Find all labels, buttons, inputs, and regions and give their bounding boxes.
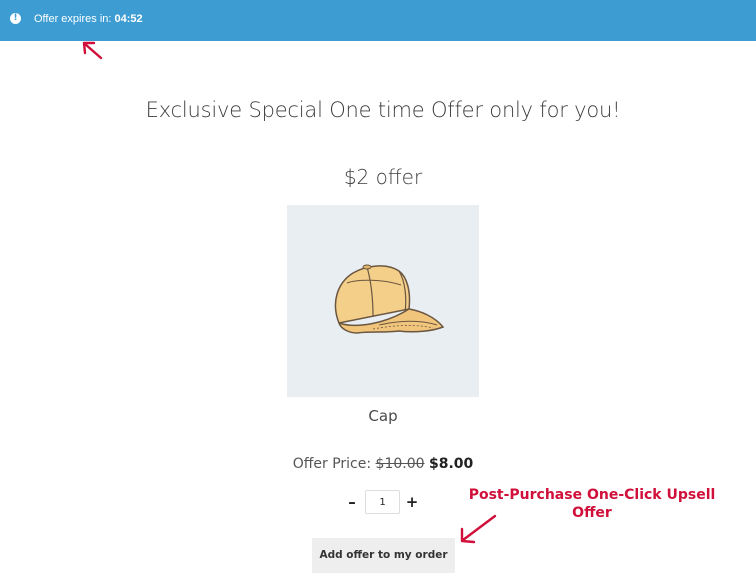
expiry-label: Offer expires in: (34, 13, 112, 25)
annotation-arrow-down-icon (460, 514, 497, 544)
offer-price: Offer Price: $10.00 $8.00 (0, 456, 756, 472)
offer-expiry-bar: ! Offer expires in: 04:52 (0, 0, 756, 41)
quantity-increase-button[interactable]: + (405, 493, 419, 511)
offer-expiry-text: Offer expires in: 04:52 (34, 13, 143, 26)
page-headline: Exclusive Special One time Offer only fo… (145, 98, 621, 122)
old-price: $10.00 (375, 456, 425, 472)
product-image (287, 205, 479, 397)
new-price: $8.00 (428, 456, 474, 472)
quantity-input[interactable] (365, 490, 400, 514)
cap-illustration-icon (334, 264, 445, 334)
add-offer-button[interactable]: Add offer to my order (312, 538, 455, 573)
countdown-timer: 04:52 (114, 13, 143, 25)
product-name: Cap (368, 407, 398, 425)
offer-title: $2 offer (343, 165, 423, 189)
quantity-decrease-button[interactable]: – (345, 493, 359, 511)
annotation-arrow-up-icon (82, 41, 103, 60)
price-label: Offer Price: (292, 456, 372, 472)
info-icon: ! (10, 13, 21, 24)
